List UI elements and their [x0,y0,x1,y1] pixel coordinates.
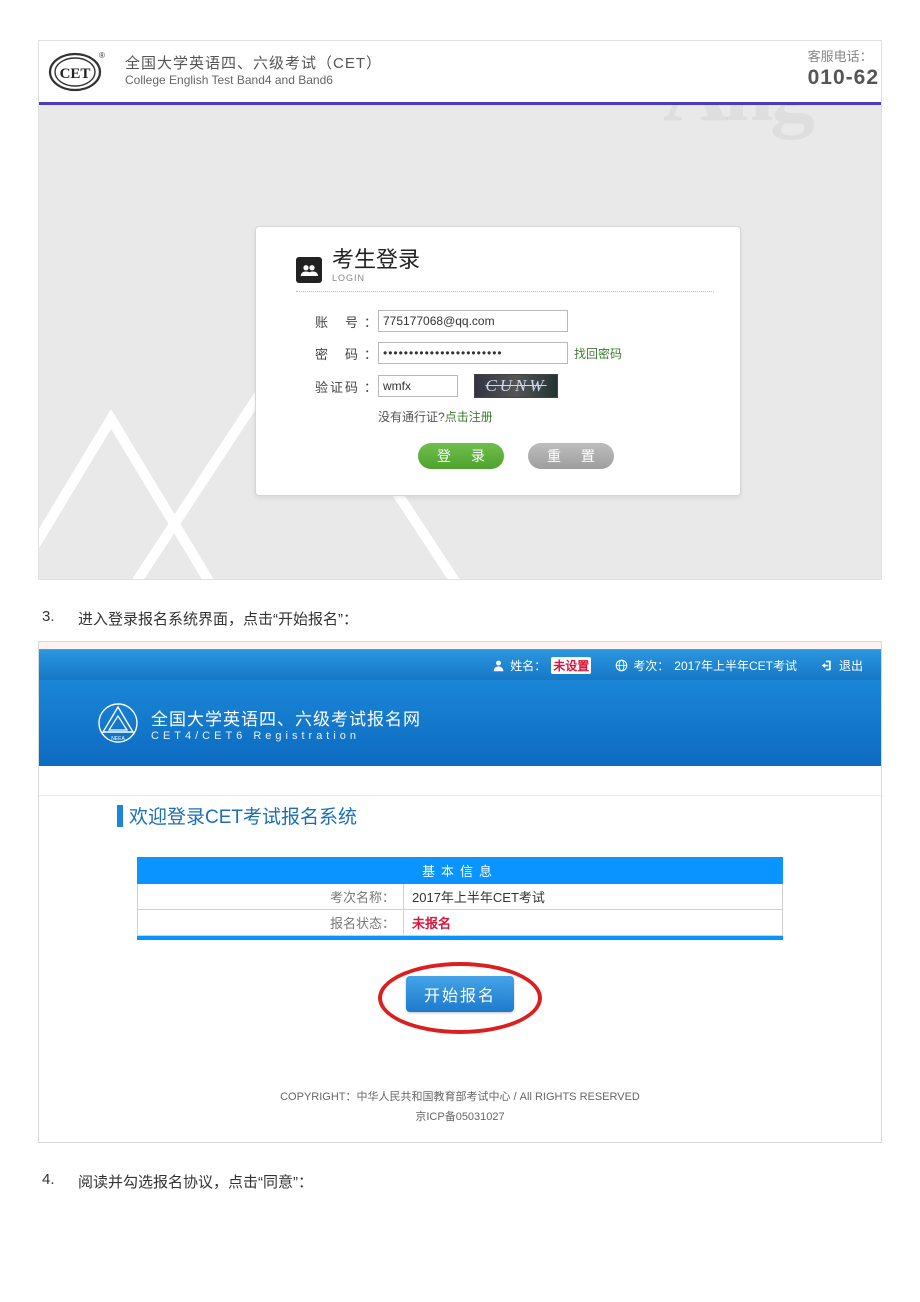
login-card: 考生登录 LOGIN 账 号 ： 密 码 ： 找回密码 验证码 ： CUNW 没… [255,226,741,496]
hotline-label: 客服电话： [808,49,879,65]
globe-icon [615,659,628,672]
step-3-text: 进入登录报名系统界面，点击“开始报名”： [78,608,358,629]
login-title: 考生登录 [332,249,420,271]
row2-key: 报名状态： [138,910,404,936]
find-password-link[interactable]: 找回密码 [574,345,622,362]
login-subtitle: LOGIN [332,273,420,283]
site-banner: NEEA 全国大学英语四、六级考试报名网 CET4/CET6 Registrat… [39,680,881,766]
step-3: 3. 进入登录报名系统界面，点击“开始报名”： [42,608,878,629]
session-value: 2017年上半年CET考试 [674,657,797,674]
login-screenshot: Ahg CET ® 全国大学英语四、六级考试（CET） College Engl… [38,40,882,580]
copyright-line2: 京ICP备05031027 [39,1108,881,1128]
nav-strip [39,766,881,796]
password-row: 密 码 ： 找回密码 [296,342,714,364]
site-header: CET ® 全国大学英语四、六级考试（CET） College English … [39,41,881,105]
content-area: 欢迎登录CET考试报名系统 基本信息 考次名称： 2017年上半年CET考试 报… [39,802,881,1072]
site-title-zh: 全国大学英语四、六级考试（CET） [125,54,382,74]
logout-icon [821,659,834,672]
step-3-number: 3. [42,608,62,629]
welcome-heading: 欢迎登录CET考试报名系统 [117,802,803,829]
basic-info-table: 基本信息 考次名称： 2017年上半年CET考试 报名状态： 未报名 [137,857,783,940]
register-hint: 没有通行证?点击注册 [378,408,714,425]
start-registration-button[interactable]: 开始报名 [406,976,514,1012]
welcome-text: 欢迎登录CET考试报名系统 [129,802,357,829]
svg-text:NEEA: NEEA [111,736,125,742]
account-row: 账 号 ： [296,310,714,332]
row1-key: 考次名称： [138,884,404,910]
site-title-en: College English Test Band4 and Band6 [125,73,382,89]
captcha-row: 验证码 ： CUNW [296,374,714,398]
table-header: 基本信息 [138,858,783,884]
register-link[interactable]: 点击注册 [445,410,493,424]
logout-label: 退出 [839,657,863,674]
users-icon [296,257,322,283]
start-wrap: 开始报名 [117,962,803,1072]
table-row: 报名状态： 未报名 [138,910,783,936]
banner-titles: 全国大学英语四、六级考试报名网 CET4/CET6 Registration [151,705,421,742]
topbar-name: 姓名： 未设置 [492,657,591,674]
logout-link[interactable]: 退出 [821,657,863,674]
svg-text:®: ® [99,51,105,60]
session-label: 考次： [633,657,669,674]
step-4-number: 4. [42,1171,62,1192]
login-button[interactable]: 登 录 [418,443,504,469]
row1-value: 2017年上半年CET考试 [404,884,783,910]
login-card-header: 考生登录 LOGIN [296,249,714,292]
password-label: 密 码 [296,344,364,363]
registration-screenshot: 姓名： 未设置 考次： 2017年上半年CET考试 退出 NEEA 全国大学英语… [38,641,882,1143]
register-hint-text: 没有通行证? [378,410,445,424]
captcha-label: 验证码 [296,377,364,396]
table-row: 考次名称： 2017年上半年CET考试 [138,884,783,910]
account-input[interactable] [378,310,568,332]
crumb-bar [39,642,881,650]
welcome-accent-bar [117,805,123,827]
captcha-input[interactable] [378,375,458,397]
captcha-image[interactable]: CUNW [474,374,558,398]
svg-text:CET: CET [60,66,91,82]
row2-value: 未报名 [404,910,783,936]
topbar-session: 考次： 2017年上半年CET考试 [615,657,797,674]
copyright-line1: COPYRIGHT：中华人民共和国教育部考试中心 / All RIGHTS RE… [39,1088,881,1108]
topbar: 姓名： 未设置 考次： 2017年上半年CET考试 退出 [39,650,881,680]
name-label: 姓名： [510,657,546,674]
password-input[interactable] [378,342,568,364]
banner-title-zh: 全国大学英语四、六级考试报名网 [151,705,421,730]
step-4-text: 阅读并勾选报名协议，点击“同意”： [78,1171,313,1192]
cet-logo: CET ® [47,50,107,94]
step-4: 4. 阅读并勾选报名协议，点击“同意”： [42,1171,878,1192]
hotline: 客服电话： 010-62 [808,49,881,92]
account-label: 账 号 [296,312,364,331]
neea-logo: NEEA [97,702,139,744]
user-icon [492,659,505,672]
banner-title-en: CET4/CET6 Registration [151,730,421,742]
copyright: COPYRIGHT：中华人民共和国教育部考试中心 / All RIGHTS RE… [39,1088,881,1128]
hotline-number: 010-62 [808,65,879,91]
site-titles: 全国大学英语四、六级考试（CET） College English Test B… [125,54,382,89]
button-row: 登 录 重 置 [418,443,714,469]
name-value: 未设置 [551,657,591,674]
reset-button[interactable]: 重 置 [528,443,614,469]
